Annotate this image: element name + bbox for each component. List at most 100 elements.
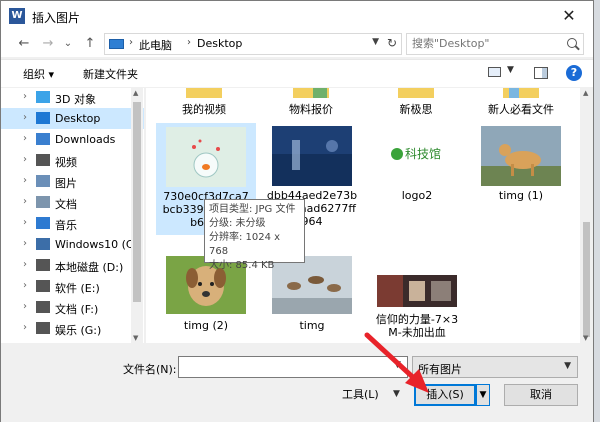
file-item[interactable]: 科技馆 logo2 xyxy=(367,126,467,202)
folder-name: 新极思 xyxy=(399,103,433,116)
folder-name: 我的视频 xyxy=(182,103,226,116)
file-item[interactable]: timg (1) xyxy=(471,126,571,202)
cancel-button[interactable]: 取消 xyxy=(504,384,578,406)
scrollbar-thumb[interactable] xyxy=(583,222,590,337)
breadcrumb-separator: › xyxy=(129,37,133,48)
chevron-right-icon[interactable]: › xyxy=(23,112,27,123)
chevron-right-icon[interactable]: › xyxy=(23,91,27,102)
history-dropdown-icon[interactable]: ⌄ xyxy=(59,34,77,54)
tooltip-size: 大小: 85.4 KB xyxy=(209,260,275,271)
sidebar-item[interactable]: › Windows10 (C: xyxy=(1,234,144,255)
scroll-up-icon[interactable]: ▲ xyxy=(133,89,138,97)
drive-icon xyxy=(36,322,50,334)
folder-item[interactable]: 物料报价 xyxy=(261,88,361,116)
file-list-scrollbar[interactable]: ▲ ▼ xyxy=(580,88,593,343)
file-name: timg (2) xyxy=(183,319,229,332)
drive-icon xyxy=(36,301,50,313)
breadcrumb-this-pc[interactable]: 此电脑 xyxy=(139,37,172,53)
up-arrow-icon[interactable]: ↑ xyxy=(81,34,99,54)
downloads-icon xyxy=(36,133,50,145)
change-view-button[interactable]: ▼ xyxy=(488,65,516,81)
chevron-right-icon[interactable]: › xyxy=(23,280,27,291)
documents-icon xyxy=(36,196,50,208)
breadcrumb-desktop[interactable]: Desktop xyxy=(197,37,242,50)
chevron-right-icon[interactable]: › xyxy=(23,301,27,312)
logo-thumbnail: 科技馆 xyxy=(377,126,457,186)
preview-pane-icon[interactable] xyxy=(534,67,548,79)
sidebar-item-label: 音乐 xyxy=(55,219,77,232)
sidebar-item[interactable]: › Downloads xyxy=(1,129,144,150)
sidebar-item[interactable]: › 音乐 xyxy=(1,213,144,234)
sidebar-item[interactable]: › Desktop xyxy=(1,108,144,129)
dog-thumbnail xyxy=(481,126,561,186)
sidebar-item-label: Windows10 (C: xyxy=(55,238,138,251)
search-icon[interactable] xyxy=(567,38,577,48)
organize-menu[interactable]: 组织 ▾ xyxy=(23,66,54,82)
address-bar[interactable]: › 此电脑 › Desktop ▼ ↻ xyxy=(104,33,402,55)
forward-arrow-icon[interactable]: → xyxy=(39,34,57,54)
sidebar-item-label: 图片 xyxy=(55,177,77,190)
desktop-icon xyxy=(36,112,50,124)
help-icon[interactable]: ? xyxy=(566,65,582,81)
scroll-down-icon[interactable]: ▼ xyxy=(583,334,588,342)
folder-item[interactable]: 新人必看文件 xyxy=(471,88,571,116)
chevron-right-icon[interactable]: › xyxy=(23,259,27,270)
scroll-down-icon[interactable]: ▼ xyxy=(133,334,138,342)
breadcrumb-separator: › xyxy=(187,37,191,48)
dialog-title: 插入图片 xyxy=(32,11,81,25)
chevron-right-icon[interactable]: › xyxy=(23,196,27,207)
sidebar-scrollbar[interactable]: ▲ ▼ xyxy=(131,88,143,343)
chevron-right-icon[interactable]: › xyxy=(23,175,27,186)
sidebar-item[interactable]: › 图片 xyxy=(1,171,144,192)
folder-name: 新人必看文件 xyxy=(488,103,554,116)
sidebar-item-label: 3D 对象 xyxy=(55,93,96,106)
chevron-down-icon[interactable]: ▼ xyxy=(372,37,379,47)
tooltip-type: 项目类型: JPG 文件 xyxy=(209,204,296,215)
sidebar-item[interactable]: › 3D 对象 xyxy=(1,88,144,108)
drive-c-icon xyxy=(36,238,50,250)
blue-thumbnail xyxy=(272,126,352,186)
drive-icon xyxy=(36,259,50,271)
scrollbar-thumb[interactable] xyxy=(133,102,141,302)
search-input[interactable] xyxy=(412,37,557,50)
sidebar-item-label: 视频 xyxy=(55,156,77,169)
chevron-right-icon[interactable]: › xyxy=(23,154,27,165)
music-icon xyxy=(36,217,50,229)
chevron-right-icon[interactable]: › xyxy=(23,217,27,228)
sidebar-item[interactable]: › 视频 xyxy=(1,150,144,171)
sidebar-item[interactable]: › 文档 xyxy=(1,192,144,213)
close-button[interactable]: ✕ xyxy=(549,1,589,30)
sidebar-item[interactable]: › 软件 (E:) xyxy=(1,276,144,297)
file-info-tooltip: 项目类型: JPG 文件 分级: 未分级 分辨率: 1024 x 768 大小:… xyxy=(204,199,305,271)
command-bar: 组织 ▾ 新建文件夹 ▼ ? xyxy=(1,59,593,87)
file-name: timg xyxy=(299,319,325,332)
videos-icon xyxy=(36,154,50,166)
dialog-footer: 文件名(N): ▼ 所有图片 ▼ 工具(L) ▼ 插入(S) ▼ 取消 xyxy=(1,344,593,422)
logo-text: 科技馆 xyxy=(405,146,441,161)
sidebar-item[interactable]: › 文档 (F:) xyxy=(1,297,144,318)
insert-picture-dialog: W 插入图片 ✕ ← → ⌄ ↑ › 此电脑 › Desktop ▼ ↻ 组织 … xyxy=(0,0,594,422)
folder-item[interactable]: 我的视频 xyxy=(154,88,254,116)
folder-icon xyxy=(503,88,539,98)
sidebar-item-label: Downloads xyxy=(55,133,116,146)
sidebar-item-label: 文档 (F:) xyxy=(55,303,99,316)
sidebar-item-label: Desktop xyxy=(55,112,101,125)
scroll-up-icon[interactable]: ▲ xyxy=(583,89,588,97)
chevron-right-icon[interactable]: › xyxy=(23,238,27,249)
drive-icon xyxy=(36,280,50,292)
insert-options-dropdown[interactable]: ▼ xyxy=(476,384,490,406)
chevron-right-icon[interactable]: › xyxy=(23,322,27,333)
sidebar-item[interactable]: › 本地磁盘 (D:) xyxy=(1,255,144,276)
sidebar-item-label: 文档 xyxy=(55,198,77,211)
sidebar-item[interactable]: › 娱乐 (G:) xyxy=(1,318,144,339)
chevron-down-icon: ▼ xyxy=(507,65,514,75)
chevron-right-icon[interactable]: › xyxy=(23,133,27,144)
sidebar-item-label: 软件 (E:) xyxy=(55,282,100,295)
back-arrow-icon[interactable]: ← xyxy=(15,34,33,54)
search-box[interactable] xyxy=(406,33,584,55)
folder-item[interactable]: 新极思 xyxy=(366,88,466,116)
chevron-down-icon: ▼ xyxy=(564,361,571,371)
refresh-icon[interactable]: ↻ xyxy=(387,36,397,50)
new-folder-button[interactable]: 新建文件夹 xyxy=(83,66,138,82)
file-type-filter[interactable]: 所有图片 ▼ xyxy=(412,356,578,378)
